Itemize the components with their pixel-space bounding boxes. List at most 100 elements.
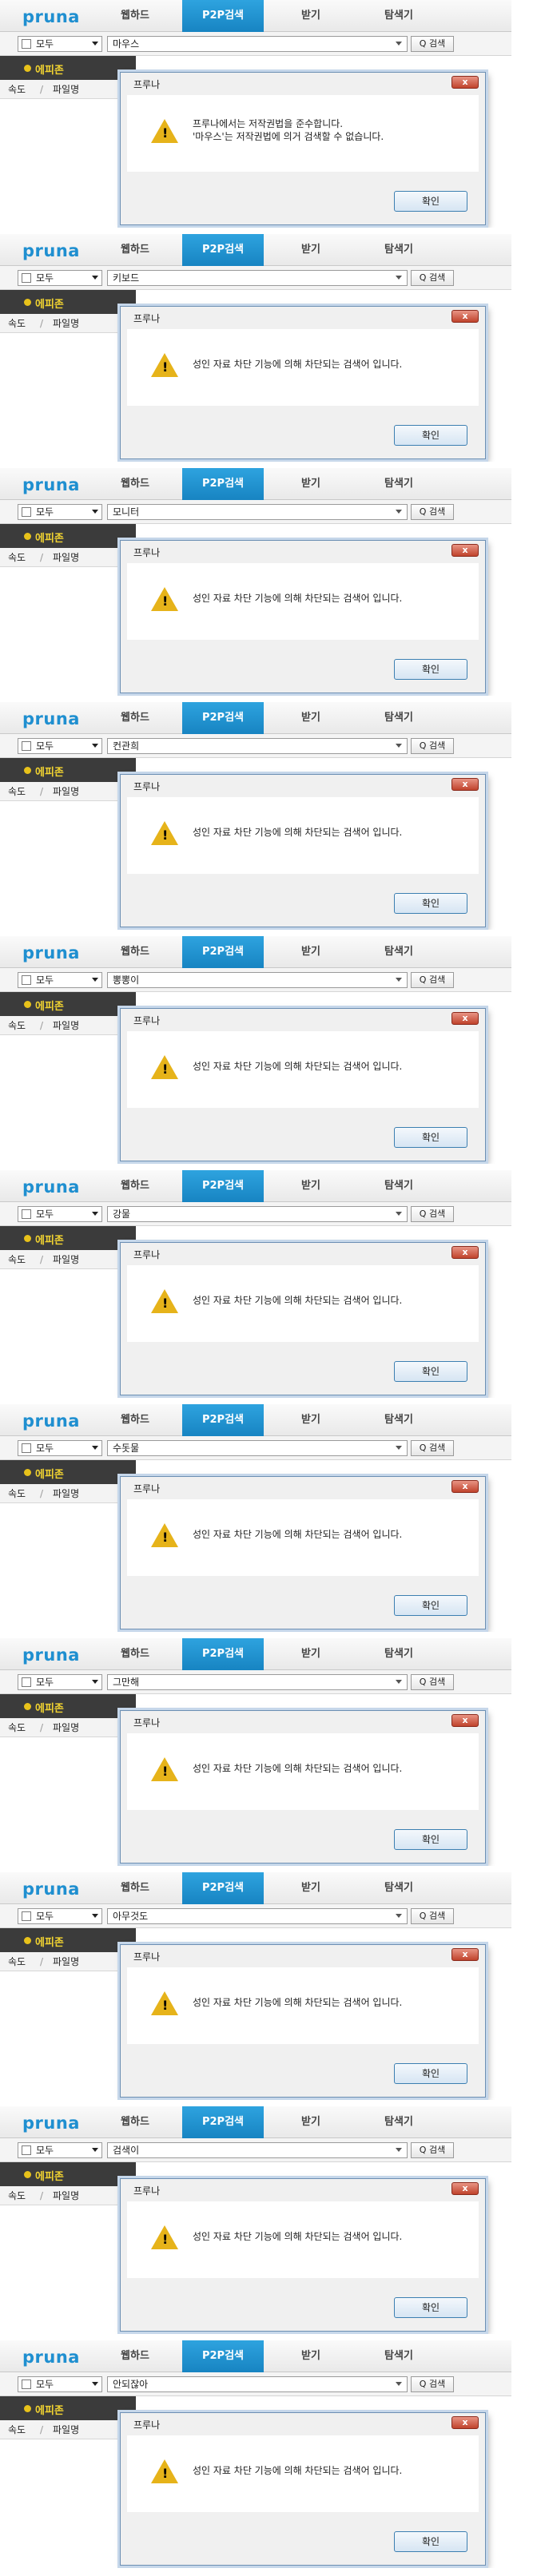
column-speed[interactable]: 속도 [8, 80, 26, 99]
tab-2[interactable]: P2P검색 [182, 2106, 264, 2138]
column-filename[interactable]: 파일명 [53, 1016, 79, 1035]
search-button[interactable]: Q 검색 [411, 2376, 454, 2392]
tab-3[interactable]: 받기 [270, 1638, 352, 1670]
tab-1[interactable]: 웹하드 [94, 1638, 176, 1670]
column-speed[interactable]: 속도 [8, 1250, 26, 1269]
search-input[interactable]: 모니터 [107, 504, 408, 520]
column-filename[interactable]: 파일명 [53, 1952, 79, 1971]
close-button[interactable]: x [451, 778, 479, 791]
tab-1[interactable]: 웹하드 [94, 468, 176, 500]
search-input[interactable]: 안되잖아 [107, 2376, 408, 2392]
tab-2[interactable]: P2P검색 [182, 1404, 264, 1436]
tab-2[interactable]: P2P검색 [182, 0, 264, 32]
tab-2[interactable]: P2P검색 [182, 468, 264, 500]
search-button[interactable]: Q 검색 [411, 1206, 454, 1222]
column-filename[interactable]: 파일명 [53, 1250, 79, 1269]
scope-select[interactable]: 모두 [18, 972, 102, 988]
tab-4[interactable]: 탐색기 [358, 1638, 440, 1670]
column-filename[interactable]: 파일명 [53, 782, 79, 801]
search-input[interactable]: 컨관희 [107, 738, 408, 754]
column-filename[interactable]: 파일명 [53, 80, 79, 99]
tab-3[interactable]: 받기 [270, 1404, 352, 1436]
column-filename[interactable]: 파일명 [53, 2186, 79, 2205]
tab-2[interactable]: P2P검색 [182, 1872, 264, 1904]
ok-button[interactable]: 확인 [394, 191, 467, 212]
close-button[interactable]: x [451, 1246, 479, 1259]
close-button[interactable]: x [451, 310, 479, 323]
tab-1[interactable]: 웹하드 [94, 1872, 176, 1904]
close-button[interactable]: x [451, 2182, 479, 2195]
scope-select[interactable]: 모두 [18, 504, 102, 520]
close-button[interactable]: x [451, 544, 479, 557]
tab-2[interactable]: P2P검색 [182, 2340, 264, 2372]
close-button[interactable]: x [451, 76, 479, 89]
search-button[interactable]: Q 검색 [411, 2142, 454, 2158]
search-input[interactable]: 수돗물 [107, 1440, 408, 1456]
column-speed[interactable]: 속도 [8, 314, 26, 333]
tab-3[interactable]: 받기 [270, 1872, 352, 1904]
column-speed[interactable]: 속도 [8, 1016, 26, 1035]
column-filename[interactable]: 파일명 [53, 314, 79, 333]
search-input[interactable]: 검색이 [107, 2142, 408, 2158]
scope-select[interactable]: 모두 [18, 2376, 102, 2392]
close-button[interactable]: x [451, 1714, 479, 1727]
tab-1[interactable]: 웹하드 [94, 2340, 176, 2372]
tab-1[interactable]: 웹하드 [94, 234, 176, 266]
tab-3[interactable]: 받기 [270, 2106, 352, 2138]
ok-button[interactable]: 확인 [394, 1829, 467, 1850]
column-filename[interactable]: 파일명 [53, 548, 79, 567]
search-input[interactable]: 키보드 [107, 270, 408, 286]
tab-4[interactable]: 탐색기 [358, 702, 440, 734]
tab-4[interactable]: 탐색기 [358, 234, 440, 266]
column-filename[interactable]: 파일명 [53, 1484, 79, 1503]
tab-3[interactable]: 받기 [270, 2340, 352, 2372]
tab-4[interactable]: 탐색기 [358, 1170, 440, 1202]
search-button[interactable]: Q 검색 [411, 504, 454, 520]
tab-4[interactable]: 탐색기 [358, 936, 440, 968]
search-button[interactable]: Q 검색 [411, 270, 454, 286]
tab-1[interactable]: 웹하드 [94, 936, 176, 968]
tab-4[interactable]: 탐색기 [358, 468, 440, 500]
tab-4[interactable]: 탐색기 [358, 1872, 440, 1904]
ok-button[interactable]: 확인 [394, 2063, 467, 2084]
search-button[interactable]: Q 검색 [411, 1440, 454, 1456]
tab-3[interactable]: 받기 [270, 0, 352, 32]
tab-4[interactable]: 탐색기 [358, 2106, 440, 2138]
tab-4[interactable]: 탐색기 [358, 2340, 440, 2372]
search-input[interactable]: 마우스 [107, 36, 408, 52]
scope-select[interactable]: 모두 [18, 1206, 102, 1222]
tab-2[interactable]: P2P검색 [182, 1170, 264, 1202]
search-button[interactable]: Q 검색 [411, 972, 454, 988]
tab-4[interactable]: 탐색기 [358, 1404, 440, 1436]
scope-select[interactable]: 모두 [18, 270, 102, 286]
ok-button[interactable]: 확인 [394, 1595, 467, 1616]
column-speed[interactable]: 속도 [8, 2420, 26, 2439]
scope-select[interactable]: 모두 [18, 1674, 102, 1690]
scope-select[interactable]: 모두 [18, 1440, 102, 1456]
tab-3[interactable]: 받기 [270, 468, 352, 500]
search-input[interactable]: 아무것도 [107, 1908, 408, 1924]
search-input[interactable]: 뽕뽕이 [107, 972, 408, 988]
tab-1[interactable]: 웹하드 [94, 702, 176, 734]
search-input[interactable]: 강물 [107, 1206, 408, 1222]
tab-1[interactable]: 웹하드 [94, 2106, 176, 2138]
close-button[interactable]: x [451, 1948, 479, 1961]
tab-1[interactable]: 웹하드 [94, 1404, 176, 1436]
close-button[interactable]: x [451, 2416, 479, 2429]
ok-button[interactable]: 확인 [394, 893, 467, 914]
ok-button[interactable]: 확인 [394, 1361, 467, 1382]
tab-3[interactable]: 받기 [270, 936, 352, 968]
column-speed[interactable]: 속도 [8, 2186, 26, 2205]
column-filename[interactable]: 파일명 [53, 2420, 79, 2439]
scope-select[interactable]: 모두 [18, 738, 102, 754]
ok-button[interactable]: 확인 [394, 425, 467, 446]
tab-1[interactable]: 웹하드 [94, 1170, 176, 1202]
ok-button[interactable]: 확인 [394, 659, 467, 680]
tab-2[interactable]: P2P검색 [182, 1638, 264, 1670]
ok-button[interactable]: 확인 [394, 2531, 467, 2552]
tab-3[interactable]: 받기 [270, 234, 352, 266]
column-speed[interactable]: 속도 [8, 1952, 26, 1971]
search-button[interactable]: Q 검색 [411, 738, 454, 754]
close-button[interactable]: x [451, 1012, 479, 1025]
column-speed[interactable]: 속도 [8, 1718, 26, 1737]
